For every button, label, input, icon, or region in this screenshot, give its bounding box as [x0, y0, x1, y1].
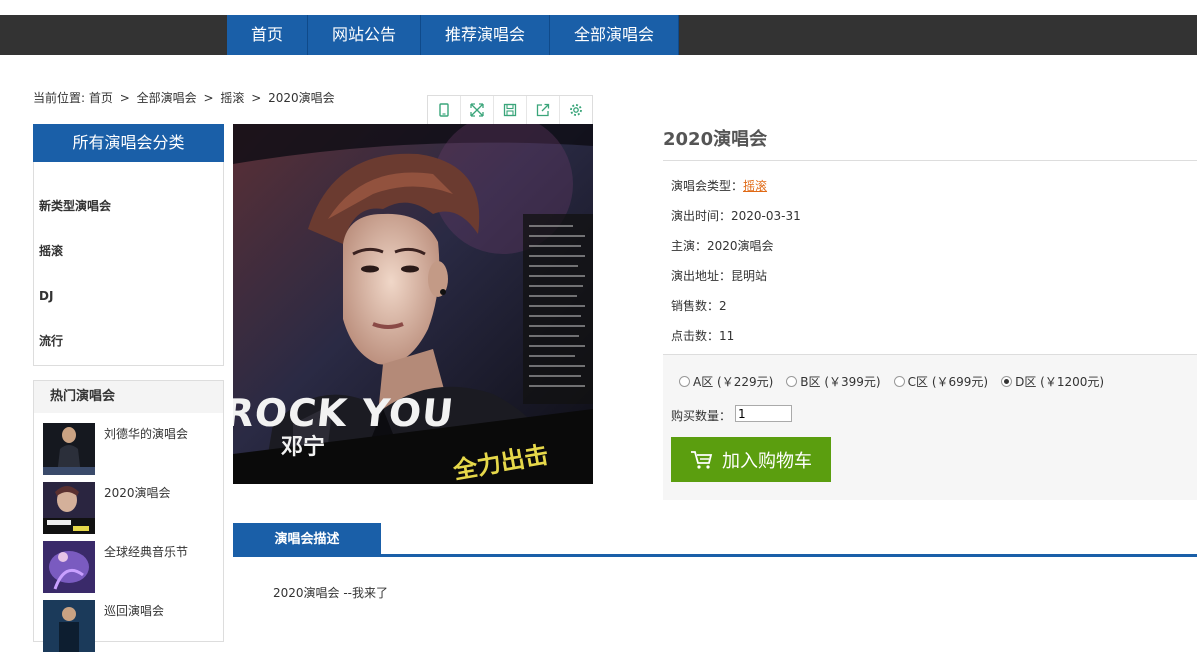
mobile-icon[interactable] [428, 96, 461, 124]
description-text: 2020演唱会 --我来了 [273, 586, 389, 600]
click-count: 点击数：11 [671, 329, 735, 343]
concert-type-label: 演唱会类型： [671, 179, 744, 193]
breadcrumb-category[interactable]: 摇滚 [220, 91, 244, 105]
hot-concerts-title: 热门演唱会 [34, 381, 223, 413]
cart-icon [691, 450, 713, 469]
seat-options: A区 (￥229元) B区 (￥399元) C区 (￥699元) D区 (￥12… [679, 373, 1104, 390]
main-nav: 首页 网站公告 推荐演唱会 全部演唱会 [227, 15, 680, 55]
venue: 演出地址：昆明站 [671, 269, 768, 283]
breadcrumb: 当前位置: 首页 > 全部演唱会 > 摇滚 > 2020演唱会 [33, 89, 335, 106]
share-icon[interactable] [527, 96, 560, 124]
radio-button-selected[interactable] [1001, 376, 1013, 387]
fullscreen-icon[interactable] [461, 96, 494, 124]
lead-performer: 主演：2020演唱会 [671, 239, 774, 253]
hot-thumbnail[interactable] [43, 482, 95, 534]
nav-all-concerts[interactable]: 全部演唱会 [550, 15, 680, 55]
nav-home[interactable]: 首页 [227, 15, 309, 55]
hot-concerts-panel: 热门演唱会 刘德华的演唱会 2020演唱会 全球经典音乐节 巡回演唱会 [33, 380, 224, 652]
seat-option-label: A区 (￥229元) [693, 375, 774, 389]
quantity-input[interactable] [735, 405, 792, 422]
hot-item-name[interactable]: 刘德华的演唱会 [104, 425, 188, 442]
hot-item[interactable]: 刘德华的演唱会 [34, 413, 223, 475]
category-item[interactable]: 新类型演唱会 [34, 184, 223, 229]
concert-type-link[interactable]: 摇滚 [743, 179, 767, 193]
seat-option-label: D区 (￥1200元) [1015, 375, 1105, 389]
hot-item[interactable]: 全球经典音乐节 [34, 531, 223, 593]
hot-thumbnail[interactable] [43, 541, 95, 593]
top-navbar: 首页 网站公告 推荐演唱会 全部演唱会 [0, 15, 1197, 55]
category-item[interactable]: 摇滚 [34, 229, 223, 274]
add-to-cart-button[interactable]: 加入购物车 [671, 437, 831, 482]
description-tab-bar [233, 554, 1197, 557]
seat-option-d[interactable]: D区 (￥1200元) [1001, 373, 1104, 390]
breadcrumb-all[interactable]: 全部演唱会 [137, 91, 197, 105]
breadcrumb-current: 2020演唱会 [268, 91, 335, 105]
breadcrumb-separator: > [119, 91, 130, 105]
category-title: 所有演唱会分类 [33, 124, 224, 162]
nav-recommended[interactable]: 推荐演唱会 [421, 15, 551, 55]
poster-title-art: ROCK YOU [233, 391, 456, 435]
breadcrumb-separator: > [203, 91, 214, 105]
hot-item-name[interactable]: 巡回演唱会 [104, 602, 164, 619]
breadcrumb-prefix: 当前位置: [33, 91, 86, 105]
concert-type-row: 演唱会类型：摇滚 [671, 177, 767, 194]
hot-item-name[interactable]: 2020演唱会 [104, 484, 171, 501]
add-to-cart-label: 加入购物车 [722, 450, 812, 472]
hot-item[interactable]: 2020演唱会 [34, 472, 223, 534]
product-title: 2020演唱会 [663, 129, 768, 150]
breadcrumb-home[interactable]: 首页 [89, 91, 113, 105]
seat-option-label: B区 (￥399元) [800, 375, 881, 389]
breadcrumb-separator: > [251, 91, 262, 105]
quantity-label: 购买数量： [671, 409, 732, 423]
image-toolbar [427, 95, 593, 125]
nav-announcements[interactable]: 网站公告 [308, 15, 422, 55]
category-item[interactable]: 流行 [34, 319, 223, 364]
settings-icon[interactable] [560, 96, 592, 124]
save-icon[interactable] [494, 96, 527, 124]
seat-option-b[interactable]: B区 (￥399元) [786, 373, 881, 390]
category-list: 新类型演唱会 摇滚 DJ 流行 [34, 184, 223, 364]
radio-button[interactable] [786, 376, 798, 387]
concert-poster-image: ROCK YOU 邓宁 全力出击 [233, 124, 593, 484]
radio-button[interactable] [893, 376, 905, 387]
radio-button[interactable] [679, 376, 690, 387]
purchase-panel: A区 (￥229元) B区 (￥399元) C区 (￥699元) D区 (￥12… [663, 354, 1197, 500]
category-panel: 所有演唱会分类 新类型演唱会 摇滚 DJ 流行 [33, 124, 224, 366]
category-item[interactable]: DJ [34, 274, 223, 319]
seat-option-a[interactable]: A区 (￥229元) [679, 373, 773, 390]
hot-item[interactable]: 巡回演唱会 [34, 590, 223, 652]
hot-thumbnail[interactable] [43, 600, 95, 652]
show-date: 演出时间：2020-03-31 [671, 209, 801, 223]
poster-artist: 邓宁 [281, 434, 325, 460]
hot-thumbnail[interactable] [43, 423, 95, 475]
hot-item-name[interactable]: 全球经典音乐节 [104, 543, 188, 560]
seat-option-c[interactable]: C区 (￥699元) [893, 373, 989, 390]
sales-count: 销售数：2 [671, 299, 727, 313]
seat-option-label: C区 (￥699元) [907, 375, 989, 389]
title-divider [663, 160, 1197, 161]
tab-description[interactable]: 演唱会描述 [233, 523, 381, 556]
